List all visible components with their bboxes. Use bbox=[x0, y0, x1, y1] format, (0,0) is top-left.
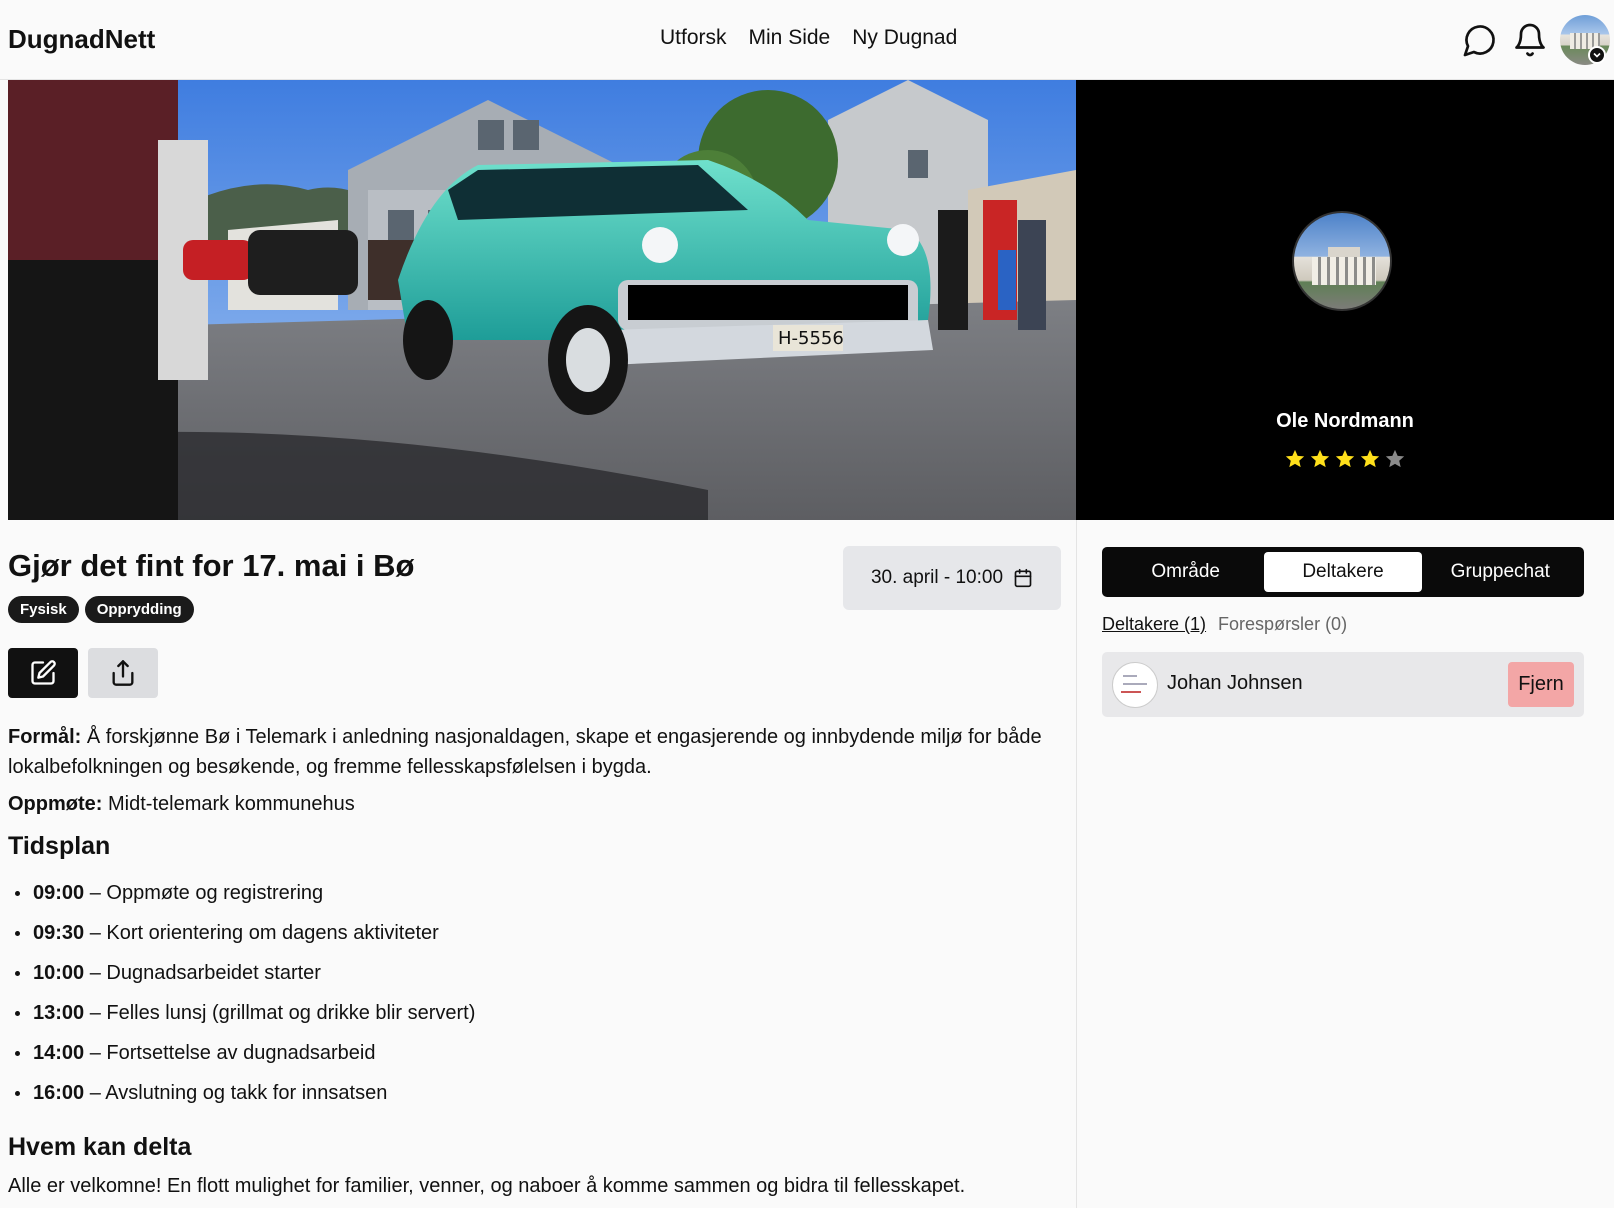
schedule-text: – Avslutning og takk for innsatsen bbox=[89, 1082, 388, 1104]
nav-utforsk[interactable]: Utforsk bbox=[660, 26, 727, 50]
schedule-text: – Kort orientering om dagens aktiviteter bbox=[89, 922, 439, 944]
event-meeting-point: Oppmøte: Midt-telemark kommunehus bbox=[8, 793, 355, 816]
schedule-heading: Tidsplan bbox=[8, 832, 111, 860]
column-divider bbox=[1076, 520, 1077, 1208]
subtab-participants[interactable]: Deltakere (1) bbox=[1102, 614, 1206, 635]
tab-omrade[interactable]: Område bbox=[1107, 552, 1264, 592]
schedule-list: 09:00 – Oppmøte og registrering 09:30 – … bbox=[8, 878, 475, 1118]
tab-deltakere[interactable]: Deltakere bbox=[1264, 552, 1422, 592]
purpose-label: Formål: bbox=[8, 726, 82, 748]
meeting-label: Oppmøte: bbox=[8, 793, 103, 815]
nav-ny-dugnad[interactable]: Ny Dugnad bbox=[852, 26, 957, 50]
nav-min-side[interactable]: Min Side bbox=[749, 26, 831, 50]
right-tabs: Område Deltakere Gruppechat bbox=[1102, 547, 1584, 597]
schedule-item: 16:00 – Avslutning og takk for innsatsen bbox=[8, 1078, 475, 1118]
schedule-time: 14:00 bbox=[33, 1042, 85, 1064]
schedule-item: 09:30 – Kort orientering om dagens aktiv… bbox=[8, 918, 475, 958]
avatar bbox=[1112, 662, 1158, 708]
remove-participant-button[interactable]: Fjern bbox=[1508, 662, 1574, 707]
schedule-item: 14:00 – Fortsettelse av dugnadsarbeid bbox=[8, 1038, 475, 1078]
schedule-time: 10:00 bbox=[33, 962, 85, 984]
tag-badge: Fysisk bbox=[8, 596, 79, 623]
star-filled-icon bbox=[1285, 449, 1305, 468]
schedule-time: 13:00 bbox=[33, 1002, 85, 1024]
event-purpose: Formål: Å forskjønne Bø i Telemark i anl… bbox=[8, 722, 1058, 782]
share-button[interactable] bbox=[88, 648, 158, 698]
edit-icon bbox=[31, 660, 56, 685]
event-tags: Fysisk Opprydding bbox=[8, 596, 194, 623]
schedule-text: – Dugnadsarbeidet starter bbox=[89, 962, 321, 984]
avatar-photo bbox=[1312, 257, 1376, 285]
organizer-avatar[interactable] bbox=[1292, 211, 1392, 311]
organizer-name[interactable]: Ole Nordmann bbox=[1076, 410, 1614, 433]
svg-text:H-5556: H-5556 bbox=[778, 328, 844, 349]
star-empty-icon bbox=[1385, 449, 1405, 468]
schedule-time: 16:00 bbox=[33, 1082, 85, 1104]
chevron-down-icon[interactable] bbox=[1588, 46, 1606, 64]
organizer-panel: Ole Nordmann bbox=[1076, 80, 1614, 520]
schedule-item: 10:00 – Dugnadsarbeidet starter bbox=[8, 958, 475, 998]
parade-photo: H-5556 bbox=[8, 80, 1076, 520]
app-logo[interactable]: DugnadNett bbox=[8, 24, 155, 55]
event-title: Gjør det fint for 17. mai i Bø bbox=[8, 548, 415, 583]
schedule-text: – Felles lunsj (grillmat og drikke blir … bbox=[89, 1002, 476, 1024]
chat-bubble-icon[interactable] bbox=[1462, 22, 1498, 58]
organizer-rating bbox=[1076, 448, 1614, 470]
bell-icon[interactable] bbox=[1512, 22, 1548, 58]
star-filled-icon bbox=[1360, 449, 1380, 468]
subtab-requests[interactable]: Forespørsler (0) bbox=[1218, 614, 1347, 635]
tab-gruppechat[interactable]: Gruppechat bbox=[1422, 552, 1579, 592]
event-date-text: 30. april - 10:00 bbox=[870, 567, 1004, 588]
who-text: Alle er velkomne! En flott mulighet for … bbox=[8, 1175, 966, 1197]
purpose-text: Å forskjønne Bø i Telemark i anledning n… bbox=[8, 726, 1042, 778]
event-hero-image: H-5556 bbox=[8, 80, 1076, 520]
schedule-item: 13:00 – Felles lunsj (grillmat og drikke… bbox=[8, 998, 475, 1038]
main-nav: Utforsk Min Side Ny Dugnad bbox=[660, 26, 957, 50]
star-filled-icon bbox=[1335, 449, 1355, 468]
schedule-item: 09:00 – Oppmøte og registrering bbox=[8, 878, 475, 918]
participant-name: Johan Johnsen bbox=[1167, 672, 1303, 694]
meeting-text: Midt-telemark kommunehus bbox=[108, 793, 355, 815]
schedule-text: – Oppmøte og registrering bbox=[89, 882, 324, 904]
edit-button[interactable] bbox=[8, 648, 78, 698]
schedule-time: 09:00 bbox=[33, 882, 85, 904]
schedule-text: – Fortsettelse av dugnadsarbeid bbox=[89, 1042, 376, 1064]
star-filled-icon bbox=[1310, 449, 1330, 468]
participant-row: Johan Johnsen Fjern bbox=[1102, 652, 1584, 717]
who-heading: Hvem kan delta bbox=[8, 1133, 192, 1161]
calendar-icon bbox=[1014, 568, 1032, 588]
schedule-time: 09:30 bbox=[33, 922, 85, 944]
event-date[interactable]: 30. april - 10:00 bbox=[843, 546, 1061, 610]
tag-badge: Opprydding bbox=[84, 596, 194, 623]
participant-subtabs: Deltakere (1) Forespørsler (0) bbox=[1102, 614, 1347, 635]
share-icon bbox=[112, 660, 134, 686]
top-header: DugnadNett Utforsk Min Side Ny Dugnad bbox=[0, 0, 1614, 80]
